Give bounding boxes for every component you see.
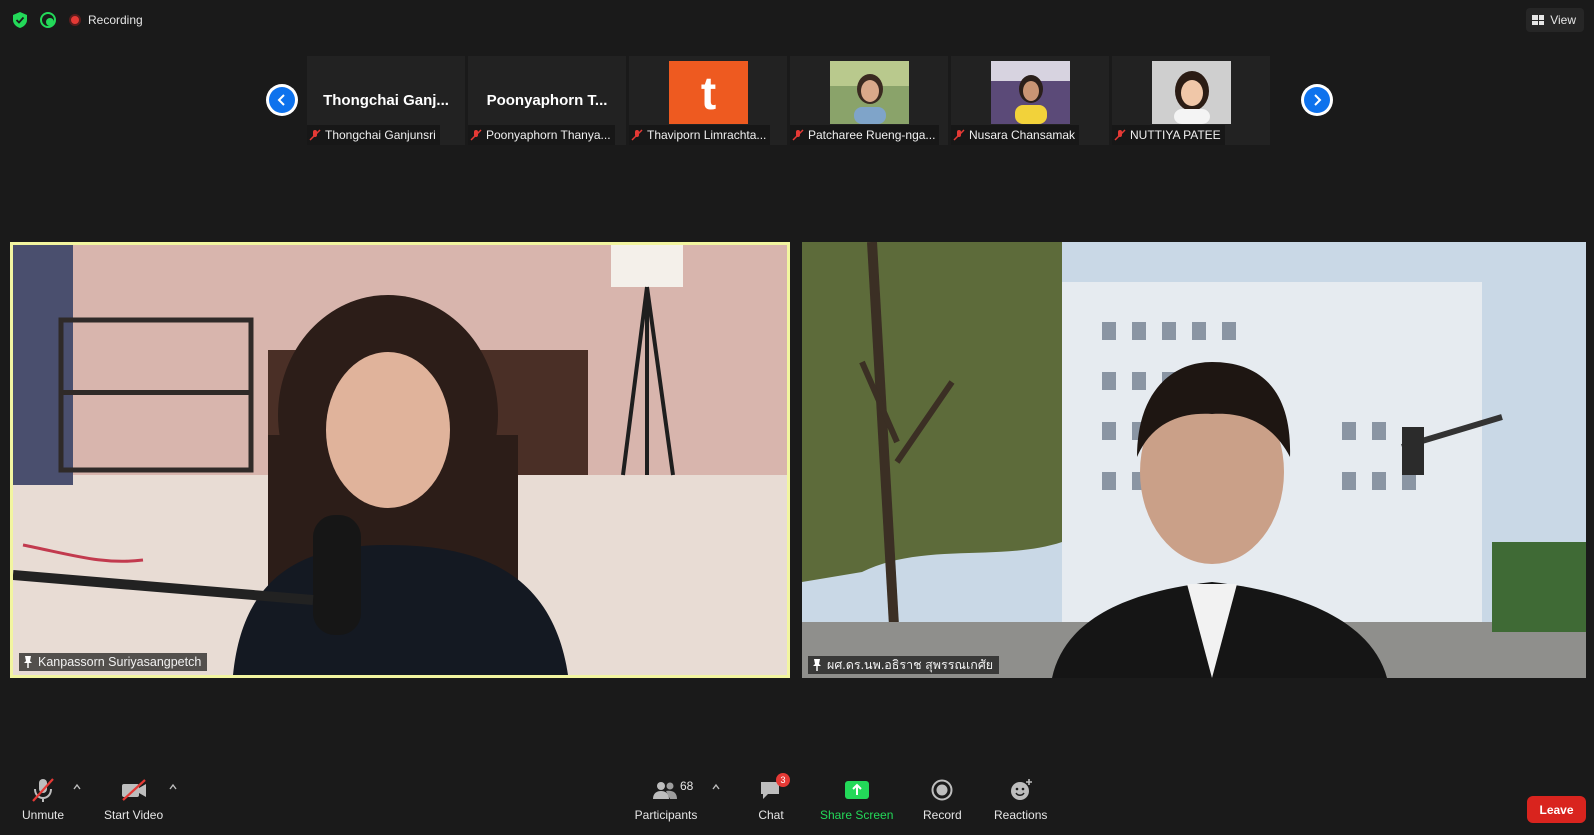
record-button[interactable]: Record bbox=[923, 775, 962, 822]
participant-video bbox=[13, 245, 787, 675]
share-screen-icon bbox=[844, 781, 869, 799]
muted-mic-icon bbox=[309, 129, 321, 141]
participant-name-label: Poonyaphorn Thanya... bbox=[468, 125, 615, 145]
participant-name: Thaviporn Limrachta... bbox=[647, 128, 767, 142]
video-off-icon bbox=[121, 779, 146, 801]
video-tile[interactable]: ผศ.ดร.นพ.อธิราช สุพรรณเกศัย bbox=[802, 242, 1586, 678]
participant-thumbnail[interactable]: Patcharee Rueng-nga... bbox=[790, 56, 948, 145]
record-icon bbox=[931, 779, 953, 801]
record-label: Record bbox=[923, 808, 962, 822]
participant-name: ผศ.ดร.นพ.อธิราช สุพรรณเกศัย bbox=[827, 658, 994, 672]
participant-name: Poonyaphorn Thanya... bbox=[486, 128, 611, 142]
previous-page-button[interactable] bbox=[266, 84, 298, 116]
video-options-caret-icon[interactable] bbox=[169, 783, 177, 791]
participant-name-label: Nusara Chansamak bbox=[951, 125, 1080, 145]
muted-mic-icon bbox=[1114, 129, 1126, 141]
chat-label: Chat bbox=[758, 808, 784, 822]
participant-avatar-letter: t bbox=[669, 61, 748, 124]
participant-display-name: Poonyaphorn T... bbox=[486, 92, 608, 109]
participant-name-label: Thongchai Ganjunsri bbox=[307, 125, 440, 145]
participant-thumbnail[interactable]: Poonyaphorn T... Poonyaphorn Thanya... bbox=[468, 56, 626, 145]
share-screen-button[interactable]: Share Screen bbox=[820, 775, 893, 822]
view-button[interactable]: View bbox=[1526, 8, 1584, 32]
pin-icon bbox=[24, 656, 32, 668]
chat-unread-badge: 3 bbox=[776, 773, 790, 787]
participant-video-photo bbox=[830, 61, 909, 124]
participants-count: 68 bbox=[680, 779, 694, 793]
participant-video-photo bbox=[1152, 61, 1231, 124]
participant-thumbnail[interactable]: Thongchai Ganj... Thongchai Ganjunsri bbox=[307, 56, 465, 145]
participant-name: Patcharee Rueng-nga... bbox=[808, 128, 936, 142]
muted-mic-icon bbox=[953, 129, 965, 141]
participants-button[interactable]: 68 Participants bbox=[634, 775, 698, 822]
security-shield-icon[interactable] bbox=[13, 12, 27, 28]
participants-icon bbox=[653, 782, 677, 799]
start-video-button[interactable]: Start Video bbox=[104, 775, 163, 822]
video-tile-active-speaker[interactable]: Kanpassorn Suriyasangpetch bbox=[10, 242, 790, 678]
participants-options-caret-icon[interactable] bbox=[712, 783, 720, 791]
participant-video-photo bbox=[991, 61, 1070, 124]
chevron-left-icon bbox=[277, 94, 285, 106]
participant-name: Nusara Chansamak bbox=[969, 128, 1076, 142]
participant-name-label: ผศ.ดร.นพ.อธิราช สุพรรณเกศัย bbox=[808, 656, 1000, 674]
participant-display-name: Thongchai Ganj... bbox=[323, 92, 449, 109]
participant-video bbox=[802, 242, 1586, 678]
reactions-label: Reactions bbox=[994, 808, 1048, 822]
muted-mic-icon bbox=[792, 129, 804, 141]
participant-name: Thongchai Ganjunsri bbox=[325, 128, 436, 142]
participant-name-label: NUTTIYA PATEE bbox=[1112, 125, 1225, 145]
participant-name-label: Kanpassorn Suriyasangpetch bbox=[19, 653, 208, 671]
chevron-right-icon bbox=[1314, 94, 1322, 106]
share-screen-label: Share Screen bbox=[820, 808, 894, 822]
audio-options-caret-icon[interactable] bbox=[73, 783, 81, 791]
muted-mic-icon bbox=[470, 129, 482, 141]
leave-meeting-button[interactable]: Leave bbox=[1527, 796, 1586, 823]
top-status-bar: Recording View bbox=[0, 0, 1594, 40]
next-page-button[interactable] bbox=[1301, 84, 1333, 116]
participant-name: Kanpassorn Suriyasangpetch bbox=[38, 655, 202, 669]
participant-name: NUTTIYA PATEE bbox=[1130, 128, 1221, 142]
start-video-label: Start Video bbox=[104, 808, 164, 822]
smiley-reaction-icon bbox=[1010, 779, 1032, 800]
meeting-toolbar: Unmute Start Video 68 Participants 3 Cha… bbox=[0, 773, 1594, 835]
participant-thumbnail[interactable]: t Thaviporn Limrachta... bbox=[629, 56, 787, 145]
reactions-button[interactable]: Reactions bbox=[994, 775, 1047, 822]
muted-mic-icon bbox=[631, 129, 643, 141]
recording-label: Recording bbox=[88, 13, 143, 27]
pin-icon bbox=[813, 659, 821, 671]
participant-thumbnail[interactable]: NUTTIYA PATEE bbox=[1112, 56, 1270, 145]
participants-label: Participants bbox=[634, 808, 698, 822]
grid-view-icon bbox=[1532, 15, 1545, 25]
unmute-button[interactable]: Unmute bbox=[22, 775, 64, 822]
unmute-label: Unmute bbox=[22, 808, 65, 822]
participant-thumbnail[interactable]: Nusara Chansamak bbox=[951, 56, 1109, 145]
view-label: View bbox=[1550, 13, 1576, 27]
muted-mic-icon bbox=[32, 778, 54, 802]
participant-name-label: Thaviporn Limrachta... bbox=[629, 125, 771, 145]
participant-name-label: Patcharee Rueng-nga... bbox=[790, 125, 940, 145]
recording-dot-icon bbox=[69, 14, 81, 26]
chat-button[interactable]: 3 Chat bbox=[754, 773, 790, 822]
network-status-icon[interactable] bbox=[40, 12, 56, 28]
